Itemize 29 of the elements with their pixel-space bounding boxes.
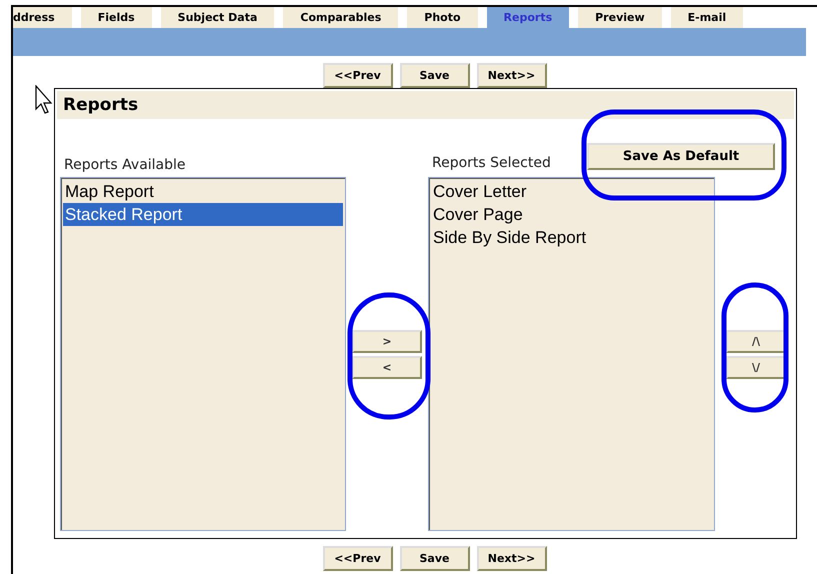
save-default-button[interactable]: Save As Default — [587, 143, 775, 170]
list-item[interactable]: Side By Side Report — [431, 226, 712, 249]
order-button[interactable]: /\ — [726, 330, 786, 352]
list-item[interactable]: Stacked Report — [63, 203, 343, 226]
list-item[interactable]: Map Report — [63, 180, 343, 203]
list-label: Reports Available — [63, 157, 187, 175]
tab[interactable]: ddress — [13, 7, 72, 28]
move-button[interactable]: > — [352, 330, 422, 352]
nav-button[interactable]: Save — [400, 546, 470, 571]
tab[interactable]: Fields — [80, 7, 152, 28]
list-item[interactable]: Cover Page — [431, 203, 712, 226]
nav-button[interactable]: Save — [400, 63, 470, 88]
selected-list[interactable]: Cover Letter Cover Page Side By Side Report — [428, 177, 715, 531]
order-button[interactable]: \/ — [726, 356, 786, 378]
tab[interactable]: Photo — [407, 7, 478, 28]
tab[interactable]: Preview — [578, 7, 662, 28]
list-label: Reports Selected — [432, 155, 551, 171]
list-item[interactable]: Cover Letter — [431, 180, 712, 203]
tab[interactable]: Subject Data — [160, 7, 274, 28]
nav-button[interactable]: Next>> — [476, 546, 546, 571]
panel-title: Reports — [57, 91, 794, 119]
move-button[interactable]: < — [352, 356, 422, 378]
available-list[interactable]: Map Report Stacked Report — [60, 177, 346, 531]
tab[interactable]: Comparables — [283, 7, 398, 28]
nav-button[interactable]: <<Prev — [322, 546, 392, 571]
cursor-icon — [35, 85, 53, 115]
nav-button[interactable]: Next>> — [476, 63, 546, 88]
tab[interactable]: E-mail — [670, 7, 744, 28]
nav-button[interactable]: <<Prev — [322, 63, 392, 88]
